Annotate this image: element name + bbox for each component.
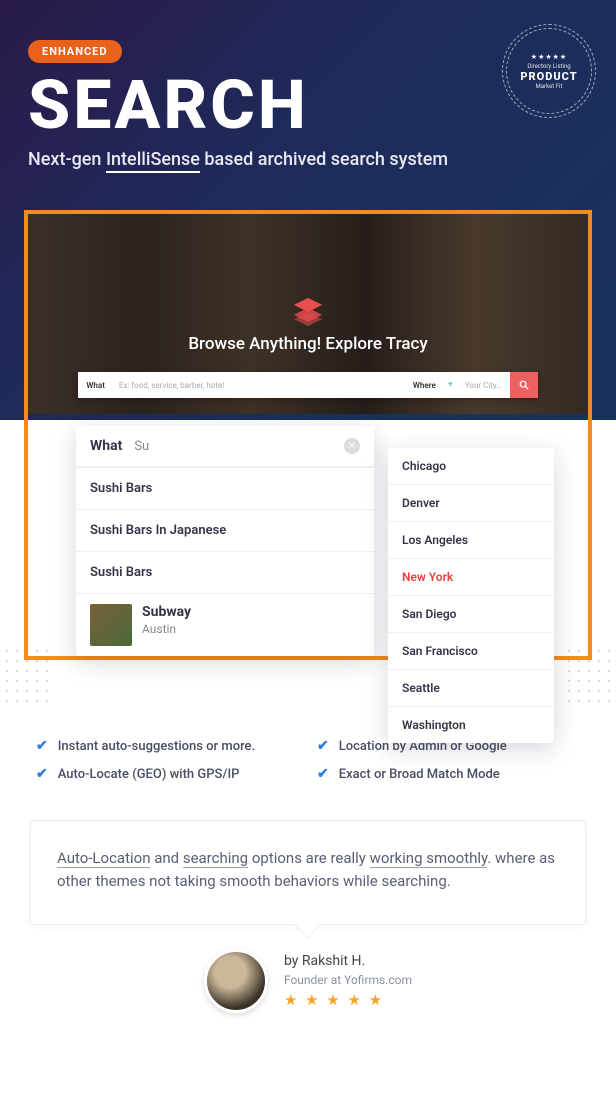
city-item[interactable]: Chicago: [388, 448, 554, 485]
check-icon: ✔: [36, 738, 48, 754]
city-item[interactable]: San Diego: [388, 596, 554, 633]
product-seal-badge: ★★★★★ Directory Listing PRODUCT Market F…: [508, 30, 590, 112]
where-label: Where: [405, 372, 444, 398]
city-item[interactable]: Washington: [388, 707, 554, 743]
result-thumbnail: [90, 604, 132, 646]
author-role: Founder at Yofirms.com: [284, 973, 412, 987]
what-dropdown: What Su ✕ Sushi Bars Sushi Bars In Japan…: [76, 426, 374, 656]
seal-line3: Market Fit: [536, 83, 563, 90]
city-item[interactable]: San Francisco: [388, 633, 554, 670]
feature-item: ✔ Auto-Locate (GEO) with GPS/IP: [36, 766, 299, 782]
clear-icon[interactable]: ✕: [344, 438, 360, 454]
feature-text: Exact or Broad Match Mode: [339, 767, 500, 782]
rating-stars: ★ ★ ★ ★ ★: [284, 991, 412, 1009]
what-input[interactable]: Ex: food, service, barber, hotel: [113, 372, 405, 398]
suggestion-item[interactable]: Sushi Bars In Japanese: [76, 509, 374, 551]
testimonial-text: Auto-Location and searching options are …: [57, 847, 559, 894]
dropdown-panels: What Su ✕ Sushi Bars Sushi Bars In Japan…: [76, 426, 554, 743]
hero-sub-highlight: IntelliSense: [106, 149, 200, 173]
hero-sub-before: Next-gen: [28, 149, 101, 170]
seal-line2: PRODUCT: [520, 70, 577, 83]
stack-icon: [290, 294, 326, 330]
hero-subtitle: Next-gen IntelliSense based archived sea…: [28, 149, 588, 170]
result-subtitle: Austin: [142, 622, 191, 636]
pin-icon: ⌖: [444, 372, 457, 398]
hero-sub-after: based archived search system: [204, 149, 448, 170]
seal-stars: ★★★★★: [531, 53, 567, 61]
result-title: Subway: [142, 604, 191, 620]
what-dropdown-query: Su: [134, 439, 149, 454]
what-label: What: [78, 372, 112, 398]
city-item[interactable]: Seattle: [388, 670, 554, 707]
check-icon: ✔: [317, 766, 329, 782]
testimonial-u3: working smoothly: [370, 849, 488, 868]
enhanced-badge: ENHANCED: [28, 40, 122, 63]
search-button[interactable]: [510, 372, 538, 398]
suggestion-item-rich[interactable]: Subway Austin: [76, 593, 374, 656]
what-dropdown-header: What Su ✕: [76, 426, 374, 467]
testimonial-card: Auto-Location and searching options are …: [30, 820, 586, 925]
seal-line1: Directory Listing: [527, 63, 570, 70]
check-icon: ✔: [36, 766, 48, 782]
testimonial-u2: searching: [183, 849, 248, 868]
testimonial-t2: options are really: [248, 849, 370, 867]
suggestion-item[interactable]: Sushi Bars: [76, 467, 374, 509]
browser-mock: Browse Anything! Explore Tracy What Ex: …: [28, 214, 588, 414]
city-item[interactable]: Denver: [388, 485, 554, 522]
search-bar: What Ex: food, service, barber, hotel Wh…: [78, 372, 537, 398]
city-item-active[interactable]: New York: [388, 559, 554, 596]
author-name: by Rakshit H.: [284, 953, 412, 969]
testimonial-u1: Auto-Location: [57, 849, 150, 868]
feature-item: ✔ Exact or Broad Match Mode: [317, 766, 580, 782]
where-input[interactable]: Your City…: [457, 372, 510, 398]
what-dropdown-label: What: [90, 438, 122, 454]
city-item[interactable]: Los Angeles: [388, 522, 554, 559]
suggestion-item[interactable]: Sushi Bars: [76, 551, 374, 593]
where-dropdown: Chicago Denver Los Angeles New York San …: [388, 448, 554, 743]
feature-text: Auto-Locate (GEO) with GPS/IP: [58, 767, 240, 782]
browser-tagline: Browse Anything! Explore Tracy: [188, 334, 427, 354]
avatar: [204, 949, 268, 1013]
testimonial-t1: and: [150, 849, 182, 867]
author-block: by Rakshit H. Founder at Yofirms.com ★ ★…: [0, 949, 616, 1043]
